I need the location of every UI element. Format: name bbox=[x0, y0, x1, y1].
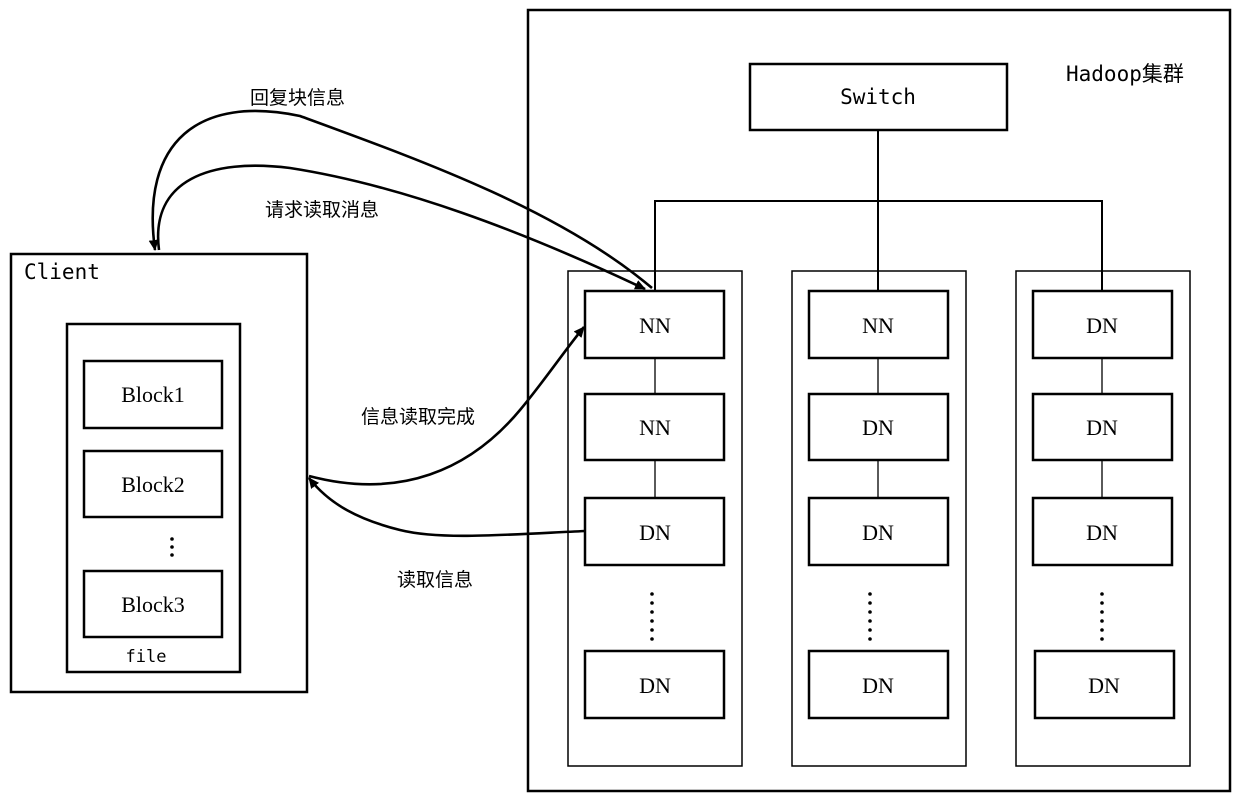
label-reply-block-info: 回复块信息 bbox=[250, 87, 345, 109]
switch-label: Switch bbox=[840, 85, 916, 109]
client-title: Client bbox=[24, 260, 100, 284]
node-label: NN bbox=[639, 313, 671, 338]
rack-2: NN DN DN DN bbox=[791, 270, 967, 767]
rack-1: NN NN DN DN bbox=[567, 270, 743, 767]
node-label: DN bbox=[1086, 313, 1118, 338]
block-label: Block1 bbox=[121, 382, 185, 407]
rack-3: DN DN DN DN bbox=[1015, 270, 1191, 767]
node-label: NN bbox=[862, 313, 894, 338]
block-label: Block2 bbox=[121, 472, 185, 497]
cluster-title: Hadoop集群 bbox=[1066, 62, 1184, 86]
node-label: DN bbox=[639, 520, 671, 545]
block-label: Block3 bbox=[121, 592, 185, 617]
ellipsis-dots bbox=[170, 537, 174, 557]
label-request-read: 请求读取消息 bbox=[265, 199, 379, 221]
node-label: DN bbox=[862, 673, 894, 698]
node-label: DN bbox=[862, 520, 894, 545]
file-label: file bbox=[126, 647, 167, 667]
label-read-info: 读取信息 bbox=[397, 569, 473, 591]
node-label: DN bbox=[1086, 520, 1118, 545]
node-label: DN bbox=[1086, 415, 1118, 440]
node-label: DN bbox=[862, 415, 894, 440]
node-label: DN bbox=[1088, 673, 1120, 698]
node-label: NN bbox=[639, 415, 671, 440]
label-read-complete: 信息读取完成 bbox=[361, 406, 475, 428]
hadoop-read-diagram: Hadoop集群 Switch NN NN DN DN NN DN DN DN … bbox=[9, 8, 1232, 793]
node-label: DN bbox=[639, 673, 671, 698]
